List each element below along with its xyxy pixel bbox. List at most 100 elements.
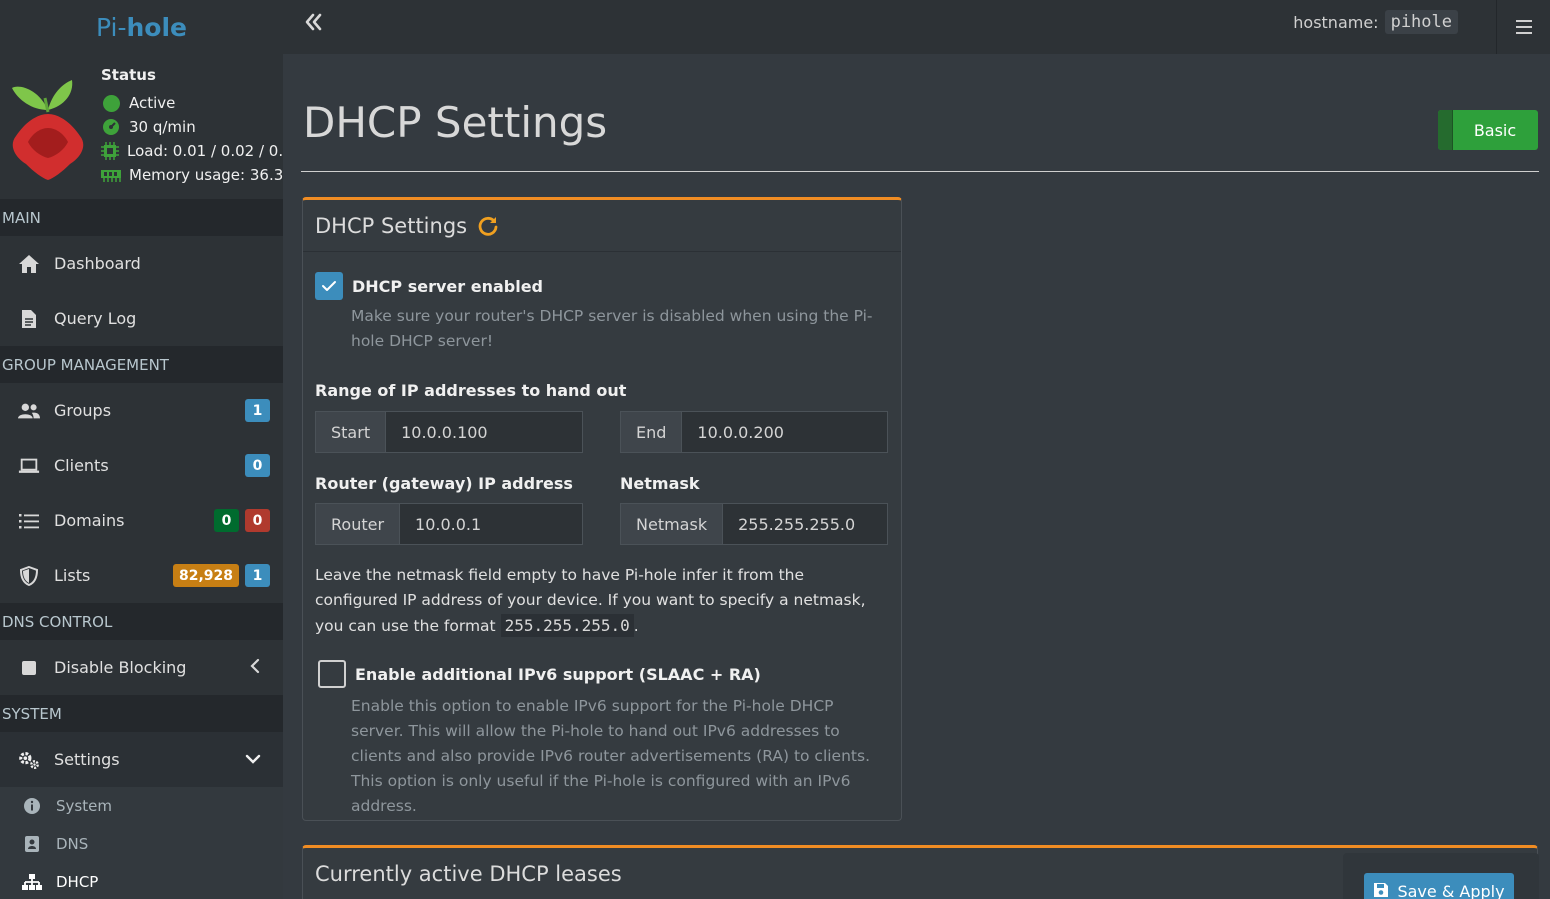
sidebar-item-domains[interactable]: Domains 0 0 — [0, 493, 283, 548]
range-start-input[interactable]: 10.0.0.100 — [386, 412, 582, 452]
card-title: DHCP Settings — [315, 213, 468, 238]
sidebar-subitem-dhcp[interactable]: DHCP — [0, 863, 283, 899]
netmask-addon: Netmask — [621, 504, 724, 544]
lists-domain-count-badge: 82,928 — [172, 564, 239, 587]
ipv6-label[interactable]: Enable additional IPv6 support (SLAAC + … — [355, 665, 761, 684]
netmask-input[interactable]: 255.255.255.0 — [723, 504, 887, 544]
end-addon: End — [621, 412, 683, 452]
range-end-input[interactable]: 10.0.0.200 — [682, 412, 887, 452]
router-addon: Router — [316, 504, 401, 544]
router-group: Router 10.0.0.1 — [315, 503, 583, 545]
sidebar-collapse-button[interactable] — [300, 8, 328, 36]
dhcp-enabled-checkbox[interactable] — [315, 272, 343, 300]
leases-card-title: Currently active DHCP leases — [315, 862, 622, 886]
subitem-label: DHCP — [56, 873, 99, 891]
sidebar-item-label: Dashboard — [54, 254, 141, 273]
domains-allow-badge: 0 — [214, 509, 239, 532]
reload-button[interactable] — [477, 215, 499, 237]
control-sidebar-toggle[interactable] — [1496, 0, 1550, 54]
chevron-left-icon — [250, 658, 260, 673]
hamburger-icon — [1515, 20, 1532, 34]
shield-icon — [20, 565, 38, 586]
hostname-display: hostname: pihole — [1293, 10, 1458, 34]
status-memory-line: Memory usage: 36.3 % — [101, 163, 283, 187]
content-wrapper: DHCP Settings Basic DHCP Settings DHCP s — [283, 54, 1550, 899]
range-label: Range of IP addresses to hand out — [315, 381, 627, 400]
save-icon — [1374, 883, 1389, 897]
status-block: Status Active 30 q/min Load: 0.01 / 0.02… — [101, 66, 283, 187]
section-header-dns-control: DNS CONTROL — [0, 603, 283, 640]
redo-icon — [478, 216, 498, 236]
address-book-icon — [25, 836, 39, 852]
groups-count-badge: 1 — [245, 399, 270, 422]
brand-logo-text[interactable]: Pi-hole — [0, 0, 283, 54]
top-navbar: Pi-hole hostname: pihole — [0, 0, 1550, 54]
status-active-text: Active — [129, 94, 176, 112]
netmask-note: Leave the netmask field empty to have Pi… — [315, 563, 885, 639]
clients-count-badge: 0 — [245, 454, 270, 477]
subitem-label: DNS — [56, 835, 89, 853]
sidebar-subitem-system[interactable]: System — [0, 787, 283, 825]
info-circle-icon — [24, 798, 40, 814]
status-active-line: Active — [101, 91, 283, 115]
section-header-system: SYSTEM — [0, 695, 283, 732]
router-label: Router (gateway) IP address — [315, 474, 573, 493]
status-rate-text: 30 q/min — [129, 118, 196, 136]
sidebar-item-lists[interactable]: Lists 82,928 1 — [0, 548, 283, 603]
users-icon — [18, 403, 40, 418]
laptop-icon — [18, 458, 40, 473]
sidebar-item-groups[interactable]: Groups 1 — [0, 383, 283, 438]
dhcp-enabled-label[interactable]: DHCP server enabled — [352, 277, 543, 296]
sitemap-icon — [22, 874, 42, 890]
status-load-line: Load: 0.01 / 0.02 / 0.0 — [101, 139, 283, 163]
list-icon — [19, 513, 39, 528]
netmask-note-end: . — [633, 617, 639, 635]
status-panel: Status Active 30 q/min Load: 0.01 / 0.02… — [0, 54, 283, 199]
sidebar-item-disable-blocking[interactable]: Disable Blocking — [0, 640, 283, 695]
domains-deny-badge: 0 — [245, 509, 270, 532]
sidebar-item-label: Settings — [54, 750, 120, 769]
gauge-icon — [103, 119, 119, 135]
expert-mode-toggle[interactable]: Basic — [1438, 110, 1538, 150]
sidebar-item-label: Lists — [54, 566, 91, 585]
check-icon — [322, 281, 336, 291]
range-start-group: Start 10.0.0.100 — [315, 411, 583, 453]
stop-icon — [22, 660, 36, 675]
brand-prefix: Pi- — [96, 12, 127, 42]
chevron-down-icon — [245, 754, 261, 764]
sidebar-item-dashboard[interactable]: Dashboard — [0, 236, 283, 291]
main-sidebar: Status Active 30 q/min Load: 0.01 / 0.02… — [0, 54, 283, 899]
ipv6-checkbox[interactable] — [318, 660, 346, 688]
sidebar-item-clients[interactable]: Clients 0 — [0, 438, 283, 493]
ipv6-row: Enable additional IPv6 support (SLAAC + … — [318, 660, 761, 688]
sidebar-subitem-dns[interactable]: DNS — [0, 825, 283, 863]
sidebar-item-label: Domains — [54, 511, 125, 530]
brand-suffix: hole — [126, 12, 188, 42]
dhcp-enabled-row: DHCP server enabled — [315, 272, 543, 300]
save-apply-button[interactable]: Save & Apply — [1364, 873, 1514, 899]
page-title: DHCP Settings — [303, 98, 608, 147]
status-memory-text: Memory usage: 36.3 % — [129, 166, 283, 184]
section-header-group-management: GROUP MANAGEMENT — [0, 346, 283, 383]
subitem-label: System — [56, 797, 112, 815]
router-input[interactable]: 10.0.0.1 — [400, 504, 582, 544]
dhcp-enabled-help: Make sure your router's DHCP server is d… — [351, 307, 873, 350]
title-divider — [301, 171, 1539, 172]
lists-count-badge: 1 — [245, 564, 270, 587]
sidebar-item-query-log[interactable]: Query Log — [0, 291, 283, 346]
memory-icon — [101, 170, 121, 182]
status-dot-icon — [102, 94, 120, 112]
start-addon: Start — [316, 412, 387, 452]
sidebar-item-label: Disable Blocking — [54, 658, 187, 677]
range-end-group: End 10.0.0.200 — [620, 411, 888, 453]
file-icon — [22, 309, 36, 328]
pihole-logo-icon — [12, 80, 84, 180]
netmask-group: Netmask 255.255.255.0 — [620, 503, 888, 545]
save-label: Save & Apply — [1397, 882, 1505, 899]
home-icon — [19, 254, 39, 273]
cpu-icon — [101, 142, 119, 160]
ipv6-help: Enable this option to enable IPv6 suppor… — [351, 697, 871, 815]
toggle-label: Basic — [1473, 120, 1517, 140]
dhcp-settings-card: DHCP Settings DHCP server enabled Make s… — [302, 197, 902, 821]
sidebar-item-settings[interactable]: Settings — [0, 732, 283, 787]
